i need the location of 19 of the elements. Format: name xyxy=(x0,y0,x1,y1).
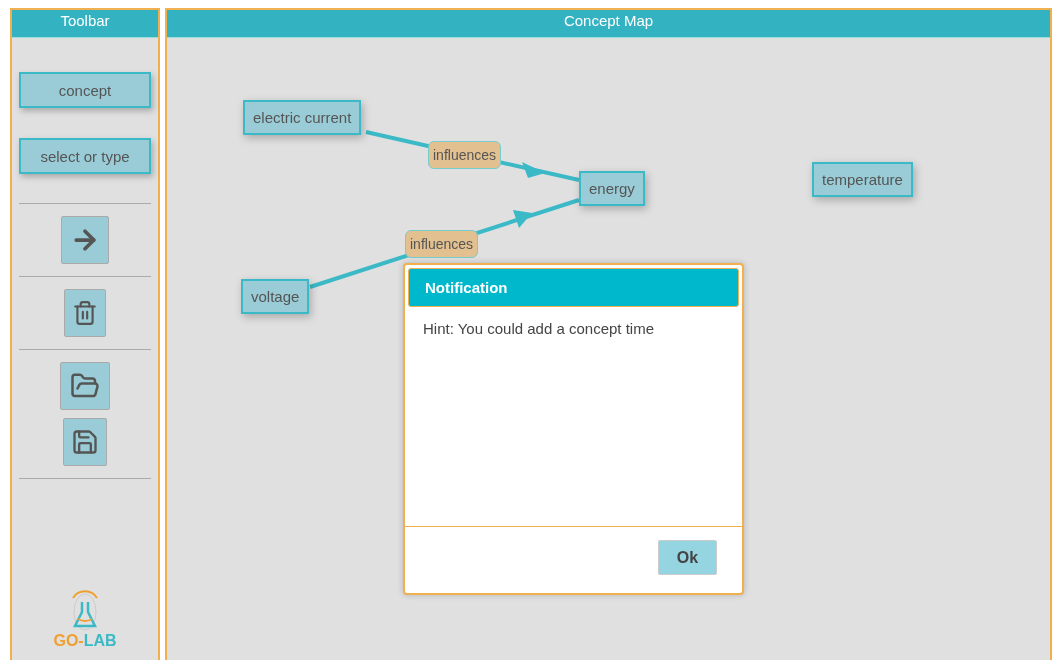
delete-button[interactable] xyxy=(64,289,106,337)
link-label[interactable]: influences xyxy=(405,230,479,258)
concept-node[interactable]: energy xyxy=(579,171,645,206)
concept-node[interactable]: temperature xyxy=(812,162,913,197)
relation-input-field[interactable]: select or type xyxy=(19,138,151,174)
logo-text: GO-LAB xyxy=(53,632,117,650)
arrow-right-button[interactable] xyxy=(61,216,109,264)
panel-title: Toolbar xyxy=(12,10,158,38)
dialog-title: Notification xyxy=(408,268,739,307)
trash-icon xyxy=(72,300,98,326)
concept-button[interactable]: concept xyxy=(19,72,151,108)
link-label[interactable]: influences xyxy=(428,141,502,169)
panel-title: Concept Map xyxy=(167,10,1050,38)
hint-message: Hint: You could add a concept time xyxy=(422,319,655,339)
concept-node[interactable]: electric current xyxy=(243,100,362,135)
concept-node[interactable]: voltage xyxy=(241,279,310,314)
save-button[interactable] xyxy=(63,418,107,466)
open-folder-button[interactable] xyxy=(60,362,110,410)
ok-button[interactable]: Ok xyxy=(658,540,717,575)
